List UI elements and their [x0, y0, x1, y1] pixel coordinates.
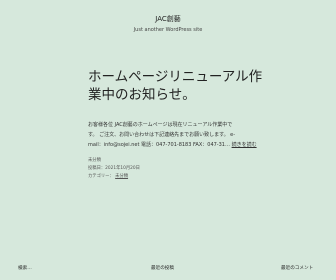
post-excerpt: お客様各位 JAC創藝のホームページは現在リニューアル作業中で す。 ご注文、お…: [88, 120, 268, 150]
search-widget: [18, 264, 54, 272]
meta-category-link[interactable]: 未分類: [115, 174, 128, 179]
recent-posts-heading: 最近の投稿: [151, 266, 174, 271]
post-entry: ホームページリニューアル作業中のお知らせ。 お客様各位 JAC創藝のホームページ…: [88, 68, 268, 150]
site-header: JAC創藝 Just another WordPress site: [0, 0, 336, 33]
meta-category-row: カテゴリー： 未分類: [88, 173, 140, 181]
search-input[interactable]: [18, 264, 54, 272]
contact-info: mail：info@sojei.net 電話：047-701-8183 FAX：…: [88, 142, 230, 148]
site-tagline: Just another WordPress site: [133, 27, 203, 33]
footer-widgets: 最近の投稿 最近のコメント: [0, 256, 336, 280]
post-title[interactable]: ホームページリニューアル作業中のお知らせ。: [88, 68, 268, 104]
read-more-link[interactable]: 続きを読む: [232, 142, 257, 148]
meta-category-label: カテゴリー：: [88, 174, 114, 179]
post-meta: 未分類 投稿日：2021年10月20日 カテゴリー： 未分類: [88, 157, 140, 181]
excerpt-line-2: す。 ご注文、お問い合わせは下記連絡先までお願い致します。 e-: [88, 132, 236, 138]
site-title[interactable]: JAC創藝: [0, 14, 336, 24]
meta-category-heading: 未分類: [88, 158, 101, 163]
excerpt-line-3: mail：info@sojei.net 電話：047-701-8183 FAX：…: [88, 140, 268, 150]
recent-comments-heading: 最近のコメント: [281, 266, 314, 271]
excerpt-line-1: お客様各位 JAC創藝のホームページは現在リニューアル作業中で: [88, 122, 233, 128]
meta-date: 投稿日：2021年10月20日: [88, 166, 140, 171]
